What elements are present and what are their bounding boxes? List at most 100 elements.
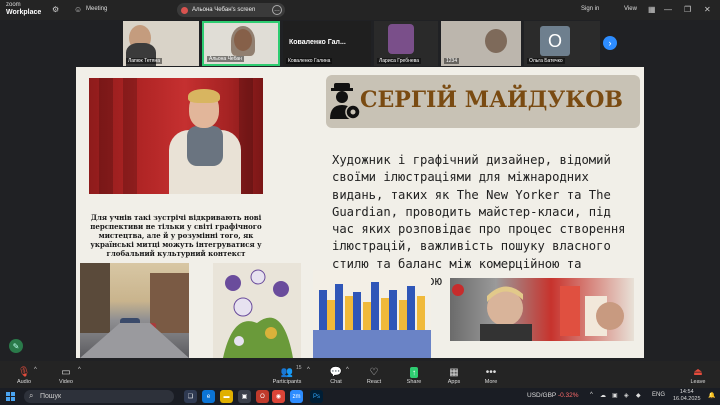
store-icon[interactable]: ▣ [238, 390, 251, 403]
brand-big: Workplace [6, 9, 42, 16]
annotate-pen-icon[interactable]: ✎ [9, 339, 23, 353]
taskbar-search[interactable]: ⌕ Пошук [24, 390, 174, 403]
meeting-label: Meeting [86, 6, 108, 12]
participant-video [485, 29, 507, 53]
illustration-flowers [213, 263, 301, 358]
more-label: More [484, 379, 498, 385]
share-label: Share [406, 379, 422, 385]
windows-taskbar: ⌕ Пошук ❑ e ▬ ▣ O ◉ zm Ps USD/GBP -0.32%… [0, 388, 720, 405]
clock-time: 14:54 [679, 389, 694, 395]
ticker-label: USD/GBP [527, 392, 557, 399]
more-button[interactable]: ••• More [480, 361, 502, 388]
video-strip: Лапюк Тетяна Альона Чебан Коваленко Гал.… [120, 21, 610, 66]
zoom-window: zoom Workplace ⚙ ☺ Meeting Альона Чебан'… [0, 0, 720, 405]
react-icon: ♡ [369, 367, 379, 378]
participant-tile[interactable]: Коваленко Гал... Коваленко Галина [283, 21, 371, 66]
tray-app-icon-2[interactable]: ◈ [624, 392, 629, 399]
chat-button[interactable]: 💬 Chat [326, 361, 346, 388]
audio-button[interactable]: 🎙 Audio [12, 361, 36, 388]
participant-initial-avatar: O [540, 26, 570, 56]
cloud-icon[interactable]: ☁ [600, 392, 606, 399]
options-icon[interactable]: … [272, 5, 282, 15]
participants-button[interactable]: 👥 Participants 15 [272, 361, 302, 388]
participants-options-icon[interactable]: ^ [307, 367, 310, 373]
clock[interactable]: 14:54 16.04.2025 [673, 389, 701, 403]
tray-app-icon-3[interactable]: ◆ [636, 392, 641, 399]
react-label: React [366, 379, 382, 385]
artist-icon [330, 83, 361, 120]
participant-big-name: Коваленко Гал... [289, 39, 346, 46]
participant-name: Альона Чебан [207, 56, 244, 62]
participant-tile[interactable]: Лариса Гребнева [374, 21, 438, 66]
tray-overflow-icon[interactable]: ^ [590, 392, 593, 398]
camera-icon: ▭ [61, 367, 71, 378]
close-icon[interactable]: ✕ [704, 5, 711, 14]
leave-label: Leave [690, 379, 706, 385]
apps-button[interactable]: ▦ Apps [443, 361, 465, 388]
participant-hair [231, 26, 255, 56]
screen-share-label: Альона Чебан's screen [192, 7, 256, 13]
participant-name: Ольга Батечко [527, 58, 565, 64]
apps-label: Apps [447, 379, 461, 385]
video-button[interactable]: ▭ Video [54, 361, 78, 388]
audio-label: Audio [16, 379, 32, 385]
sign-in-link[interactable]: Sign in [581, 6, 599, 12]
settings-icon[interactable]: ⚙ [52, 5, 59, 14]
ticker-value: -0.32% [557, 392, 579, 399]
maximize-icon[interactable]: ❐ [684, 5, 691, 14]
share-indicator-icon [181, 6, 188, 14]
clock-date: 16.04.2025 [673, 396, 701, 402]
participant-tile[interactable]: Лапюк Тетяна [123, 21, 199, 66]
react-button[interactable]: ♡ React [363, 361, 385, 388]
more-icon: ••• [485, 367, 497, 378]
slide-caption: Для учнів такі зустрічі відкривають нові… [90, 213, 262, 258]
share-screen-icon: ↑ [410, 367, 418, 378]
title-bar: zoom Workplace ⚙ ☺ Meeting Альона Чебан'… [0, 0, 720, 20]
participant-tile-active[interactable]: Альона Чебан [202, 21, 280, 66]
tray-app-icon[interactable]: ▣ [612, 392, 618, 399]
share-button[interactable]: ↑ Share [403, 361, 425, 388]
zoom-app-icon[interactable]: zm [290, 390, 303, 403]
meeting-icon[interactable]: ☺ [74, 5, 82, 14]
participants-icon: 👥 [280, 367, 294, 378]
participant-avatar [388, 24, 414, 54]
participant-tile[interactable]: 1234 [441, 21, 521, 66]
illustration-crowd [313, 270, 431, 358]
edge-browser-icon[interactable]: e [202, 390, 215, 403]
leave-button[interactable]: ⏏ Leave [686, 361, 710, 388]
photoshop-icon[interactable]: Ps [310, 390, 323, 403]
participants-count: 15 [296, 365, 302, 371]
video-label: Video [59, 379, 73, 385]
participants-label: Participants [272, 379, 302, 385]
notification-icon[interactable]: 🔔 [708, 392, 715, 399]
video-options-icon[interactable]: ^ [78, 367, 81, 373]
opera-icon[interactable]: O [256, 390, 269, 403]
zoom-brand: zoom Workplace [6, 2, 41, 16]
view-grid-icon[interactable]: ▦ [648, 5, 656, 14]
file-explorer-icon[interactable]: ▬ [220, 390, 233, 403]
artist-photo [89, 78, 263, 194]
chat-label: Chat [330, 379, 342, 385]
leave-icon: ⏏ [693, 367, 703, 378]
brand-small: zoom [6, 2, 21, 8]
slide-title: СЕРГІЙ МАЙДУКОВ [360, 87, 623, 113]
stock-ticker[interactable]: USD/GBP -0.32% [527, 392, 579, 399]
screen-share-pill[interactable]: Альона Чебан's screen … [177, 3, 285, 17]
search-placeholder: Пошук [40, 393, 62, 400]
illustration-street [80, 263, 189, 358]
chat-icon: 💬 [329, 367, 343, 378]
meeting-toolbar: 🎙 Audio ^ ▭ Video ^ 👥 Participants 15 ^ … [0, 361, 720, 388]
language-indicator[interactable]: ENG [652, 392, 665, 398]
windows-start-icon[interactable] [6, 392, 15, 401]
view-button[interactable]: View [624, 6, 637, 12]
apps-icon: ▦ [449, 367, 459, 378]
audio-options-icon[interactable]: ^ [34, 367, 37, 373]
task-view-icon[interactable]: ❑ [184, 390, 197, 403]
next-page-icon[interactable]: › [603, 36, 617, 50]
minimize-icon[interactable]: — [664, 5, 672, 14]
chat-options-icon[interactable]: ^ [346, 367, 349, 373]
microphone-muted-icon: 🎙 [17, 367, 31, 378]
participant-name: 1234 [444, 58, 460, 64]
chrome-icon[interactable]: ◉ [272, 390, 285, 403]
participant-name: Коваленко Галина [286, 58, 333, 64]
